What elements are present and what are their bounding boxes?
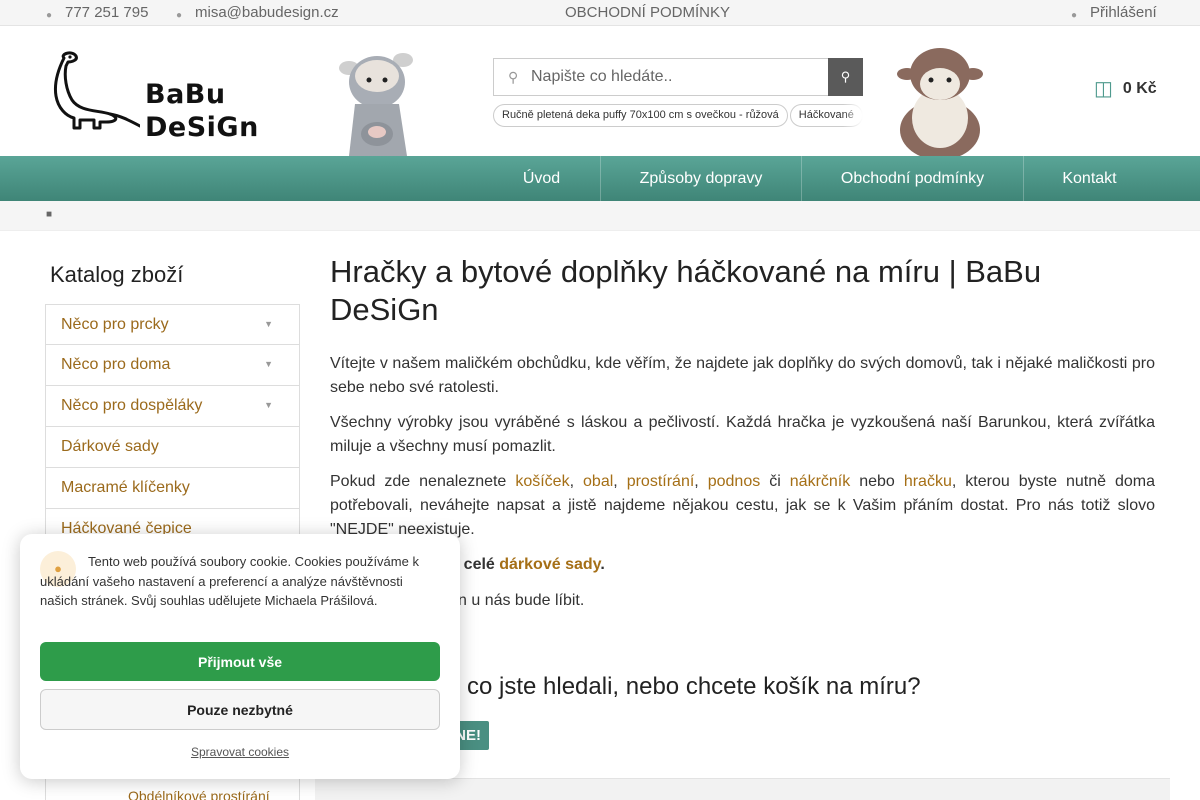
- link-placemat[interactable]: prostírání: [627, 473, 695, 490]
- crocheted-toy-image-left: [339, 53, 413, 156]
- text-segment: ,: [613, 473, 627, 490]
- catalog-item-label: Něco pro doma: [61, 356, 171, 373]
- cart-total: 0 Kč: [1122, 80, 1157, 97]
- text-segment: Pokud zde nenaleznete: [330, 473, 516, 490]
- search-field: ⚲: [493, 58, 829, 96]
- accept-all-button[interactable]: Přijmout vše: [40, 642, 440, 681]
- top-bar: ● 777 251 795 ● misa@babudesign.cz OBCHODN…: [0, 0, 1200, 26]
- catalog-item-label: Macramé klíčenky: [61, 479, 190, 496]
- link-tray[interactable]: podnos: [708, 473, 761, 490]
- top-terms-link[interactable]: OBCHODNÍ PODMÍNKY: [565, 4, 730, 21]
- catalog-item-kids[interactable]: Něco pro prcky ▼: [45, 304, 300, 345]
- cookie-message: Tento web používá soubory cookie. Cookie…: [40, 554, 419, 608]
- phone-icon: ●: [46, 10, 53, 21]
- logo-line-2: DeSiGn: [145, 112, 259, 143]
- site-logo[interactable]: BaBu DeSiGn: [50, 50, 270, 143]
- link-toy[interactable]: hračku: [904, 473, 952, 490]
- cart[interactable]: ◫ 0 Kč: [1094, 76, 1164, 106]
- chevron-down-icon[interactable]: ▼: [264, 319, 273, 329]
- link-basket[interactable]: košíček: [515, 473, 569, 490]
- nav-terms[interactable]: Obchodní podmínky: [801, 156, 1023, 201]
- catalog-item-macrame[interactable]: Macramé klíčenky: [45, 468, 300, 509]
- intro-paragraph-3: Pokud zde nenaleznete košíček, obal, pro…: [330, 470, 1155, 542]
- link-neckwarmer[interactable]: nákrčník: [790, 473, 850, 490]
- text-segment: ,: [694, 473, 708, 490]
- text-segment: ,: [569, 473, 584, 490]
- search-bar: ⚲ ⚲: [493, 58, 863, 96]
- main-navigation: Úvod Způsoby dopravy Obchodní podmínky K…: [0, 156, 1200, 201]
- user-icon: ●: [1071, 10, 1078, 21]
- breadcrumb: ■: [0, 201, 1200, 231]
- catalog-item-adults[interactable]: Něco pro dospěláky ▼: [45, 386, 300, 427]
- intro-paragraph-2: Všechny výrobky jsou vyráběné s láskou a…: [330, 414, 1155, 455]
- text-segment: .: [600, 556, 605, 573]
- page-title: Hračky a bytové doplňky háčkované na mír…: [330, 254, 1042, 327]
- search-icon: ⚲: [508, 69, 519, 85]
- content-panel: [315, 778, 1170, 800]
- necessary-only-button[interactable]: Pouze nezbytné: [40, 689, 440, 730]
- home-icon[interactable]: ■: [46, 209, 52, 220]
- catalog-title: Katalog zboží: [50, 262, 184, 287]
- search-button[interactable]: ⚲: [828, 58, 863, 96]
- login-link[interactable]: ● Přihlášení: [1071, 4, 1157, 21]
- catalog-menu: Něco pro prcky ▼ Něco pro doma ▼ Něco pr…: [45, 304, 300, 550]
- link-gift-sets[interactable]: dárkové sady: [499, 556, 600, 573]
- intro-paragraph-5: n u nás bude líbit.: [458, 592, 585, 609]
- catalog-item-gift-sets[interactable]: Dárkové sady: [45, 427, 300, 468]
- search-icon: ⚲: [840, 69, 851, 84]
- top-phone[interactable]: ● 777 251 795: [46, 4, 148, 21]
- manage-cookies-link[interactable]: Spravovat cookies: [20, 745, 460, 759]
- text-segment: či: [760, 473, 790, 490]
- phone-number: 777 251 795: [65, 4, 149, 21]
- text-segment: nebo: [850, 473, 904, 490]
- intro-paragraph-4: t i celé dárkové sady.: [445, 553, 745, 577]
- chevron-down-icon[interactable]: ▼: [264, 359, 273, 369]
- dinosaur-logo-icon: [54, 51, 142, 130]
- catalog-item-label: Něco pro dospěláky: [61, 397, 203, 414]
- nav-home[interactable]: Úvod: [483, 156, 600, 201]
- search-input[interactable]: [531, 59, 821, 95]
- nav-contact[interactable]: Kontakt: [1023, 156, 1155, 201]
- nav-shipping[interactable]: Způsoby dopravy: [600, 156, 801, 201]
- login-label: Přihlášení: [1090, 4, 1157, 21]
- suggestions-fade: [843, 104, 863, 128]
- logo-text: BaBu DeSiGn: [145, 78, 259, 144]
- intro-paragraph-1: Vítejte v našem maličkém obchůdku, kde v…: [330, 355, 1155, 396]
- envelope-icon: ●: [176, 10, 183, 21]
- top-email[interactable]: ● misa@babudesign.cz: [176, 4, 339, 21]
- catalog-subitem[interactable]: Obdélníkové prostírání: [128, 788, 270, 800]
- link-cover[interactable]: obal: [583, 473, 613, 490]
- email-address: misa@babudesign.cz: [195, 4, 339, 21]
- catalog-item-label: Něco pro prcky: [61, 316, 169, 333]
- custom-order-heading: co jste hledali, nebo chcete košík na mí…: [467, 673, 921, 700]
- crocheted-sheep-image-right: [897, 48, 983, 156]
- search-suggestions: Ručně pletená deka puffy 70x100 cm s ove…: [493, 104, 863, 128]
- catalog-item-home[interactable]: Něco pro doma ▼: [45, 345, 300, 386]
- suggestion-tag[interactable]: Ručně pletená deka puffy 70x100 cm s ove…: [493, 104, 788, 127]
- logo-line-1: BaBu: [145, 79, 226, 110]
- cookie-consent-dialog: ● Tento web používá soubory cookie. Cook…: [20, 534, 460, 779]
- site-header: BaBu DeSiGn ⚲ ⚲ Ručně pletená deka puffy…: [0, 26, 1200, 156]
- chevron-down-icon[interactable]: ▼: [264, 400, 273, 410]
- cart-icon: ◫: [1094, 78, 1113, 100]
- catalog-item-label: Dárkové sady: [61, 438, 159, 455]
